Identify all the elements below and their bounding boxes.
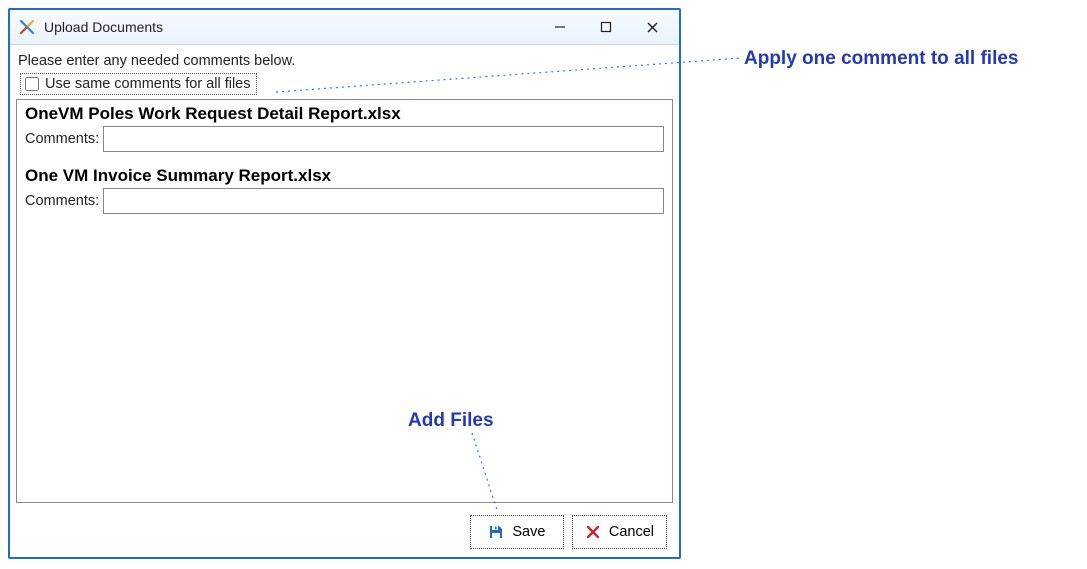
annotation-lines bbox=[0, 0, 1087, 569]
